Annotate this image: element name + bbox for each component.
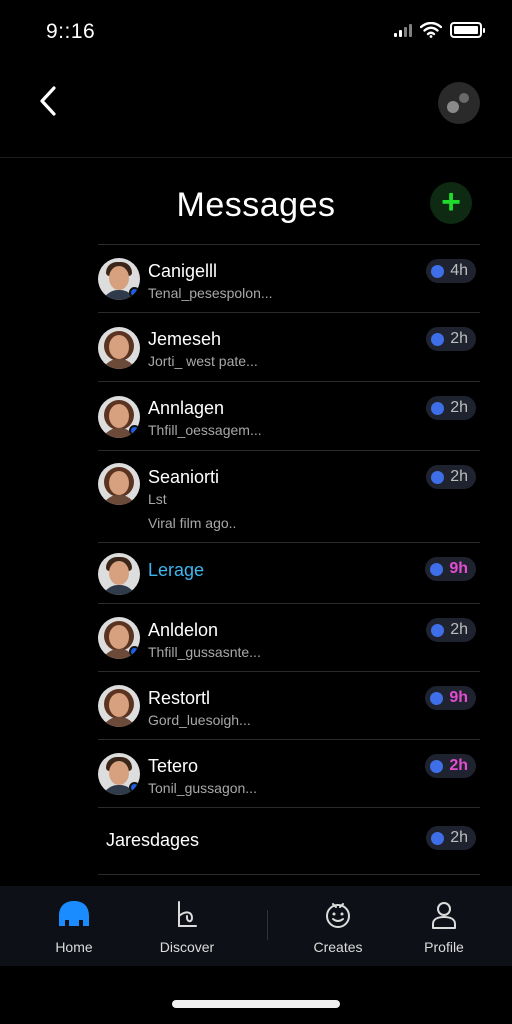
time-badge: 2h	[426, 396, 476, 420]
contact-name: Anldelon	[148, 620, 219, 640]
tab-home[interactable]: Home	[34, 886, 114, 966]
home-icon	[59, 901, 89, 926]
message-row[interactable]: Canigelll Tenal_pesespolon... 4h	[98, 244, 480, 312]
more-button[interactable]	[438, 82, 480, 124]
time-badge: 9h	[425, 557, 476, 581]
status-bar: 9::16	[0, 0, 512, 64]
time-label: 2h	[449, 757, 468, 774]
unread-dot-icon	[431, 332, 445, 346]
tab-discover[interactable]: Discover	[147, 886, 227, 966]
unread-dot-icon	[431, 623, 445, 637]
new-message-button[interactable]: +	[430, 182, 472, 224]
tab-home-label: Home	[55, 939, 93, 955]
contact-name: Jaresdages	[106, 830, 200, 850]
avatar	[98, 327, 140, 369]
unread-dot-icon	[431, 401, 445, 415]
message-row[interactable]: Jemeseh Jorti_ west pate... 2h	[98, 312, 480, 381]
unread-dot-icon	[430, 562, 444, 576]
messages-header: Messages +	[0, 170, 512, 242]
unread-dot-icon	[430, 759, 444, 773]
unread-dot-icon	[431, 831, 445, 845]
contact-name: Tetero	[148, 756, 199, 776]
message-snippet: Gord_luesoigh...	[148, 712, 251, 728]
plus-icon: +	[441, 182, 461, 221]
time-label: 9h	[449, 689, 468, 706]
avatar	[98, 396, 140, 438]
message-snippet: Thfill_gussasnte...	[148, 644, 261, 660]
message-snippet-2: Viral film ago..	[148, 515, 237, 531]
unread-dot-icon	[431, 264, 445, 278]
battery-icon	[450, 22, 485, 38]
time-label: 2h	[450, 621, 468, 638]
time-badge: 2h	[425, 754, 476, 778]
contact-name: Canigelll	[148, 261, 218, 281]
time-label: 2h	[450, 468, 468, 485]
dots-icon	[447, 101, 459, 113]
message-row[interactable]: Anldelon Thfill_gussasnte... 2h	[98, 603, 480, 671]
contact-name: Seaniorti	[148, 467, 220, 487]
message-row[interactable]: Lerage 9h	[98, 542, 480, 603]
time-label: 4h	[450, 262, 468, 279]
tab-bar: Home Discover Creates Profile	[0, 886, 512, 966]
status-icons	[394, 22, 485, 38]
message-list: Canigelll Tenal_pesespolon... 4h Jemeseh Jor…	[98, 244, 480, 875]
signal-icon	[394, 23, 412, 37]
tab-discover-label: Discover	[159, 939, 215, 955]
time-badge: 9h	[425, 686, 476, 710]
message-row[interactable]: Annlagen Thfill_oessagem... 2h	[98, 381, 480, 450]
message-snippet: Lst	[148, 491, 167, 507]
time-badge: 2h	[426, 618, 476, 642]
time-badge: 2h	[426, 826, 476, 850]
profile-icon	[432, 902, 456, 929]
unread-dot-icon	[431, 470, 445, 484]
message-snippet: Tonil_gussagon...	[148, 780, 257, 796]
message-row[interactable]: Tetero Tonil_gussagon... 2h	[98, 739, 480, 807]
message-row[interactable]: Seaniorti Lst Viral film ago.. 2h	[98, 450, 480, 542]
avatar	[98, 685, 140, 727]
contact-name: Restortl	[148, 688, 211, 708]
status-time: 9::16	[46, 20, 96, 43]
contact-name: Annlagen	[148, 398, 225, 418]
online-indicator	[129, 782, 140, 793]
home-indicator[interactable]	[172, 1000, 340, 1008]
message-row[interactable]: Jaresdages 2h	[98, 807, 480, 875]
avatar	[98, 753, 140, 795]
avatar	[98, 617, 140, 659]
time-badge: 2h	[426, 327, 476, 351]
unread-dot-icon	[430, 691, 444, 705]
message-snippet: Thfill_oessagem...	[148, 422, 262, 438]
avatar	[98, 553, 140, 595]
creates-icon	[326, 903, 350, 928]
tab-profile[interactable]: Profile	[404, 886, 484, 966]
contact-name: Lerage	[148, 560, 205, 580]
tab-creates-label: Creates	[313, 939, 363, 955]
wifi-icon	[420, 22, 442, 38]
time-label: 2h	[450, 399, 468, 416]
nav-bar	[0, 70, 512, 158]
chevron-left-icon[interactable]	[32, 84, 66, 118]
time-label: 2h	[450, 330, 468, 347]
time-badge: 4h	[426, 259, 476, 283]
discover-icon	[178, 901, 197, 927]
tab-divider	[267, 910, 268, 940]
online-indicator	[129, 425, 140, 436]
tab-creates[interactable]: Creates	[298, 886, 378, 966]
time-label: 2h	[450, 829, 468, 846]
avatar	[98, 463, 140, 505]
contact-name: Jemeseh	[148, 329, 222, 349]
message-snippet: Tenal_pesespolon...	[148, 285, 273, 301]
online-indicator	[129, 646, 140, 657]
message-row[interactable]: Restortl Gord_luesoigh... 9h	[98, 671, 480, 739]
avatar	[98, 258, 140, 300]
tab-profile-label: Profile	[424, 939, 464, 955]
time-badge: 2h	[426, 465, 476, 489]
message-snippet: Jorti_ west pate...	[148, 353, 258, 369]
online-indicator	[129, 287, 140, 298]
time-label: 9h	[449, 560, 468, 577]
